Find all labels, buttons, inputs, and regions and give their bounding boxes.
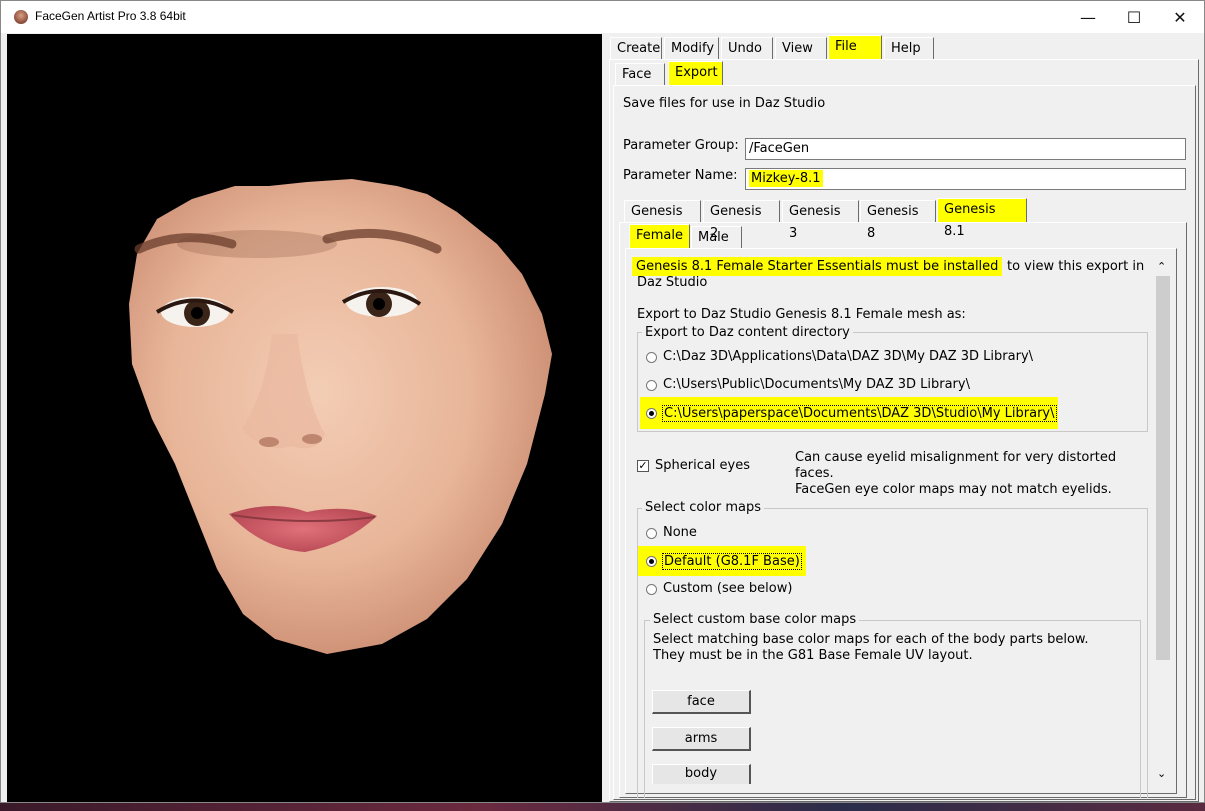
spherical-eyes-label[interactable]: Spherical eyes [655, 458, 750, 473]
close-button[interactable]: ✕ [1157, 1, 1203, 33]
tab-genesis-8[interactable]: Genesis 8 [860, 200, 936, 241]
tab-undo[interactable]: Undo [721, 37, 773, 59]
app-window: FaceGen Artist Pro 3.8 64bit — ☐ ✕ Creat… [0, 0, 1205, 803]
window-title: FaceGen Artist Pro 3.8 64bit [35, 9, 186, 23]
custom-maps-desc-2: They must be in the G81 Base Female UV l… [653, 648, 973, 663]
content-dir-radio-3[interactable] [646, 408, 657, 419]
minimize-button[interactable]: — [1065, 1, 1111, 33]
content-dir-label-1[interactable]: C:\Daz 3D\Applications\Data\DAZ 3D\My DA… [663, 349, 1033, 364]
body-map-button[interactable]: body [652, 764, 751, 784]
color-map-default-label[interactable]: Default (G8.1F Base) [662, 553, 802, 570]
content-dir-radio-2[interactable] [646, 380, 657, 391]
parameter-group-input[interactable]: /FaceGen [745, 138, 1186, 160]
tab-create[interactable]: Create [610, 37, 662, 59]
tab-face[interactable]: Face [615, 63, 665, 85]
custom-maps-group-label: Select custom base color maps [650, 612, 860, 627]
tab-modify[interactable]: Modify [664, 37, 719, 59]
tab-female[interactable]: Female [629, 224, 690, 248]
maximize-button[interactable]: ☐ [1111, 1, 1157, 33]
parameter-name-value: Mizkey-8.1 [749, 170, 823, 187]
tab-export[interactable]: Export [668, 61, 723, 85]
color-map-none-radio[interactable] [646, 528, 657, 539]
title-bar[interactable]: FaceGen Artist Pro 3.8 64bit — ☐ ✕ [1, 1, 1204, 33]
tab-genesis-3[interactable]: Genesis 3 [782, 200, 859, 241]
tab-file[interactable]: File [828, 35, 882, 59]
color-map-custom-radio[interactable] [646, 584, 657, 595]
color-map-none-label[interactable]: None [663, 525, 697, 540]
tab-genesis-2[interactable]: Genesis 2 [703, 200, 780, 241]
arms-map-button[interactable]: arms [652, 727, 751, 751]
spherical-eyes-note-3: FaceGen eye color maps may not match eye… [795, 482, 1112, 497]
tab-male[interactable]: Male [691, 226, 742, 248]
tab-view[interactable]: View [775, 37, 827, 59]
parameter-name-input[interactable]: Mizkey-8.1 [745, 168, 1186, 190]
spherical-eyes-note-1: Can cause eyelid misalignment for very d… [795, 450, 1117, 465]
export-description: Save files for use in Daz Studio [623, 96, 826, 111]
content-dir-label-2[interactable]: C:\Users\Public\Documents\My DAZ 3D Libr… [663, 377, 970, 392]
content-dir-label-3[interactable]: C:\Users\paperspace\Documents\DAZ 3D\Stu… [662, 405, 1057, 422]
color-maps-group-label: Select color maps [642, 500, 765, 515]
app-face-icon [14, 10, 28, 24]
content-dir-group-label: Export to Daz content directory [642, 325, 853, 340]
parameter-group-label: Parameter Group: [623, 138, 739, 153]
notice-text-2: Daz Studio [637, 275, 708, 290]
face-render [129, 179, 552, 654]
scroll-up-icon[interactable]: ⌃ [1157, 260, 1166, 273]
notice-highlight: Genesis 8.1 Female Starter Essentials mu… [632, 257, 1003, 276]
color-map-default-radio[interactable] [646, 556, 657, 567]
color-map-custom-label[interactable]: Custom (see below) [663, 581, 792, 596]
3d-viewport[interactable] [7, 34, 602, 802]
spherical-eyes-checkbox[interactable]: ✓ [637, 460, 649, 472]
tab-genesis-1[interactable]: Genesis 1 [624, 200, 701, 241]
scroll-down-icon[interactable]: ⌄ [1157, 767, 1166, 780]
notice-text: to view this export in [1007, 259, 1145, 274]
spherical-eyes-note-2: faces. [795, 466, 834, 481]
tab-help[interactable]: Help [884, 37, 934, 59]
scrollbar-thumb[interactable] [1156, 276, 1170, 660]
custom-maps-desc-1: Select matching base color maps for each… [653, 632, 1089, 647]
tab-genesis-8-1[interactable]: Genesis 8.1 [937, 198, 1027, 239]
parameter-name-label: Parameter Name: [623, 168, 738, 183]
content-dir-radio-1[interactable] [646, 352, 657, 363]
mesh-heading: Export to Daz Studio Genesis 8.1 Female … [637, 307, 966, 322]
face-map-button[interactable]: face [652, 690, 751, 714]
